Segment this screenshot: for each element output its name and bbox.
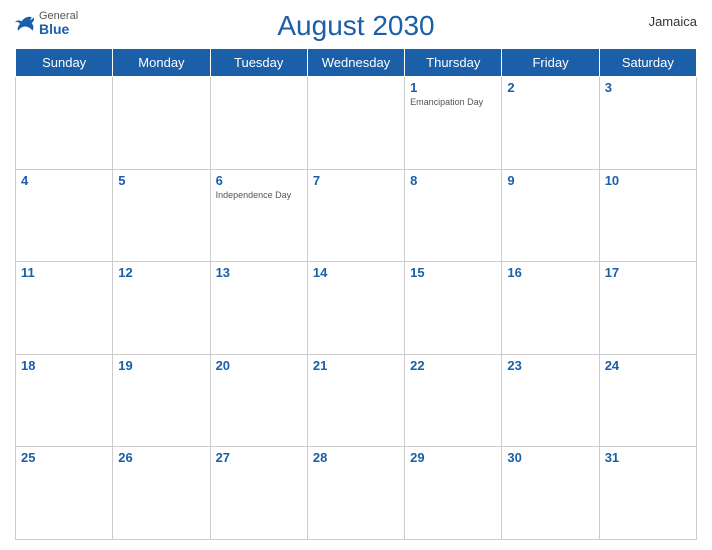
date-number: 23 <box>507 358 593 373</box>
date-number: 21 <box>313 358 399 373</box>
calendar-cell: 26 <box>113 447 210 540</box>
calendar-week-row: 25 26 27 28 29 30 31 <box>16 447 697 540</box>
date-number: 16 <box>507 265 593 280</box>
calendar-cell: 21 <box>307 354 404 447</box>
calendar-header: General Blue August 2030 Jamaica <box>15 10 697 42</box>
bird-icon <box>15 15 35 33</box>
date-number: 8 <box>410 173 496 188</box>
date-number: 28 <box>313 450 399 465</box>
calendar-cell: 13 <box>210 262 307 355</box>
calendar-cell: 17 <box>599 262 696 355</box>
calendar-cell <box>307 77 404 170</box>
calendar-cell <box>16 77 113 170</box>
calendar-cell: 12 <box>113 262 210 355</box>
calendar-cell: 6 Independence Day <box>210 169 307 262</box>
date-number: 31 <box>605 450 691 465</box>
date-number: 26 <box>118 450 204 465</box>
calendar-cell: 28 <box>307 447 404 540</box>
calendar-cell: 4 <box>16 169 113 262</box>
calendar-cell <box>210 77 307 170</box>
calendar-cell: 3 <box>599 77 696 170</box>
weekday-header-row: SundayMondayTuesdayWednesdayThursdayFrid… <box>16 49 697 77</box>
calendar-cell: 18 <box>16 354 113 447</box>
calendar-week-row: 11 12 13 14 15 16 17 <box>16 262 697 355</box>
date-number: 18 <box>21 358 107 373</box>
weekday-header-monday: Monday <box>113 49 210 77</box>
calendar-cell: 19 <box>113 354 210 447</box>
date-number: 15 <box>410 265 496 280</box>
date-number: 5 <box>118 173 204 188</box>
date-number: 4 <box>21 173 107 188</box>
date-number: 24 <box>605 358 691 373</box>
calendar-week-row: 1 Emancipation Day 23 <box>16 77 697 170</box>
logo: General Blue <box>15 10 78 37</box>
calendar-cell: 8 <box>405 169 502 262</box>
date-number: 3 <box>605 80 691 95</box>
holiday-label: Emancipation Day <box>410 97 496 108</box>
date-number: 12 <box>118 265 204 280</box>
calendar-cell: 25 <box>16 447 113 540</box>
weekday-header-wednesday: Wednesday <box>307 49 404 77</box>
calendar-cell: 16 <box>502 262 599 355</box>
date-number: 6 <box>216 173 302 188</box>
date-number: 1 <box>410 80 496 95</box>
calendar-cell: 31 <box>599 447 696 540</box>
calendar-cell: 1 Emancipation Day <box>405 77 502 170</box>
date-number: 29 <box>410 450 496 465</box>
calendar-cell: 20 <box>210 354 307 447</box>
calendar-cell <box>113 77 210 170</box>
holiday-label: Independence Day <box>216 190 302 201</box>
weekday-header-tuesday: Tuesday <box>210 49 307 77</box>
date-number: 17 <box>605 265 691 280</box>
calendar-cell: 2 <box>502 77 599 170</box>
date-number: 14 <box>313 265 399 280</box>
date-number: 19 <box>118 358 204 373</box>
calendar-cell: 29 <box>405 447 502 540</box>
date-number: 13 <box>216 265 302 280</box>
date-number: 22 <box>410 358 496 373</box>
calendar-cell: 5 <box>113 169 210 262</box>
calendar-cell: 7 <box>307 169 404 262</box>
date-number: 27 <box>216 450 302 465</box>
date-number: 25 <box>21 450 107 465</box>
weekday-header-friday: Friday <box>502 49 599 77</box>
date-number: 9 <box>507 173 593 188</box>
calendar-cell: 23 <box>502 354 599 447</box>
date-number: 20 <box>216 358 302 373</box>
logo-blue-text: Blue <box>39 22 78 37</box>
date-number: 10 <box>605 173 691 188</box>
calendar-cell: 24 <box>599 354 696 447</box>
calendar-cell: 10 <box>599 169 696 262</box>
weekday-header-saturday: Saturday <box>599 49 696 77</box>
country-label: Jamaica <box>649 14 697 29</box>
calendar-table: SundayMondayTuesdayWednesdayThursdayFrid… <box>15 48 697 540</box>
calendar-container: General Blue August 2030 Jamaica SundayM… <box>0 0 712 550</box>
month-title: August 2030 <box>277 10 434 42</box>
weekday-header-thursday: Thursday <box>405 49 502 77</box>
calendar-cell: 27 <box>210 447 307 540</box>
date-number: 11 <box>21 265 107 280</box>
calendar-cell: 30 <box>502 447 599 540</box>
calendar-week-row: 18 19 20 21 22 23 24 <box>16 354 697 447</box>
calendar-cell: 22 <box>405 354 502 447</box>
calendar-week-row: 456 Independence Day 789 10 <box>16 169 697 262</box>
calendar-cell: 14 <box>307 262 404 355</box>
date-number: 2 <box>507 80 593 95</box>
date-number: 7 <box>313 173 399 188</box>
date-number: 30 <box>507 450 593 465</box>
calendar-cell: 9 <box>502 169 599 262</box>
calendar-cell: 11 <box>16 262 113 355</box>
calendar-cell: 15 <box>405 262 502 355</box>
weekday-header-sunday: Sunday <box>16 49 113 77</box>
